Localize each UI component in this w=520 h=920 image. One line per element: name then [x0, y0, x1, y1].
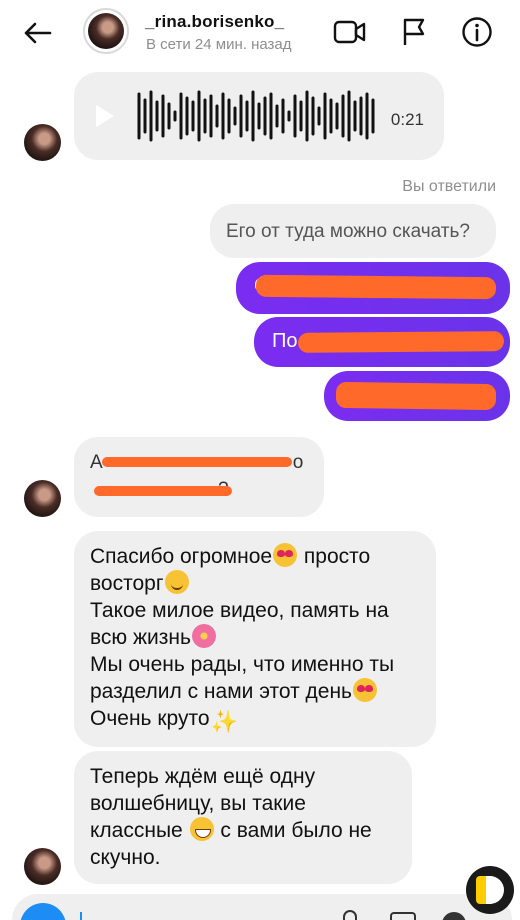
- incoming-message[interactable]: Теперь ждём ещё одну волшебницу, вы таки…: [74, 751, 412, 884]
- message-line: Спасибо огромное просто: [90, 543, 371, 568]
- info-icon: [462, 17, 492, 47]
- message-composer[interactable]: [12, 894, 512, 920]
- sender-avatar[interactable]: [24, 848, 61, 885]
- back-arrow-icon: [24, 22, 52, 44]
- redaction-mark: [297, 331, 505, 353]
- app-logo-icon: [466, 866, 514, 914]
- incoming-message[interactable]: Ао ?: [74, 437, 324, 517]
- outgoing-message[interactable]: [324, 371, 510, 421]
- message-line: всю жизнь: [90, 624, 420, 651]
- message-line: Очень круто✨: [90, 707, 238, 734]
- microphone-icon[interactable]: [343, 910, 357, 920]
- message-line: восторг: [90, 570, 420, 597]
- sender-avatar[interactable]: [24, 124, 61, 161]
- flag-icon: [403, 18, 425, 45]
- redaction-mark: [335, 381, 497, 411]
- incoming-message[interactable]: Спасибо огромное просто восторг Такое ми…: [74, 531, 436, 747]
- message-line: скучно.: [90, 846, 161, 869]
- grinning-emoji-icon: [189, 817, 214, 841]
- message-line: Такое милое видео, память на: [90, 599, 389, 622]
- info-button[interactable]: [459, 14, 495, 50]
- message-line: классные с вами было не: [90, 817, 372, 842]
- reply-label: Вы ответили: [402, 178, 496, 195]
- back-button[interactable]: [18, 17, 56, 49]
- message-line: Мы очень рады, что именно ты: [90, 653, 395, 676]
- sparkles-emoji-icon: ✨: [210, 709, 238, 734]
- redaction-mark: [255, 274, 497, 300]
- gallery-icon[interactable]: [390, 912, 416, 920]
- chat-header: _rina.borisenko_ В сети 24 мин. назад: [0, 0, 520, 66]
- sender-avatar[interactable]: [24, 480, 61, 517]
- outgoing-message[interactable]: С: [236, 262, 510, 314]
- redaction-mark: [102, 457, 292, 467]
- heart-eyes-emoji-icon: [273, 543, 298, 567]
- smiling-emoji-icon: [164, 570, 189, 594]
- text-cursor: [80, 912, 82, 920]
- outgoing-message[interactable]: По ?: [254, 317, 510, 367]
- heart-eyes-emoji-icon: [353, 678, 377, 702]
- quoted-message[interactable]: Его от туда можно скачать?: [210, 204, 496, 258]
- message-line: волшебницу, вы такие: [90, 792, 306, 815]
- message-line: Теперь ждём ещё одну: [90, 765, 316, 788]
- voice-duration: 0:21: [390, 110, 424, 129]
- waveform[interactable]: [137, 88, 377, 144]
- report-button[interactable]: [396, 14, 432, 50]
- message-line: разделил с нами этот день: [90, 678, 420, 705]
- chat-username[interactable]: _rina.borisenko_: [145, 12, 284, 32]
- voice-message[interactable]: 0:21: [74, 72, 444, 160]
- play-icon[interactable]: [96, 105, 114, 127]
- hibiscus-emoji-icon: [191, 624, 216, 648]
- online-status: В сети 24 мин. назад: [146, 36, 292, 53]
- message-text: По: [272, 330, 298, 352]
- redaction-mark: [94, 486, 232, 496]
- header-avatar[interactable]: [83, 8, 129, 54]
- video-camera-icon: [333, 20, 366, 44]
- video-call-button[interactable]: [332, 14, 368, 50]
